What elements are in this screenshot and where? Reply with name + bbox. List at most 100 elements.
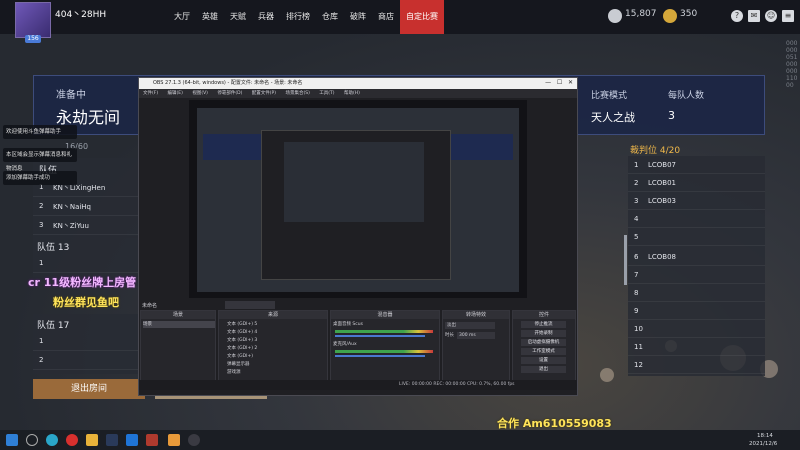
volume-slider[interactable] xyxy=(335,335,425,337)
scene-item[interactable]: 场景 xyxy=(143,321,215,328)
spectator-row[interactable]: 8 xyxy=(628,284,765,302)
nav-leaderboard[interactable]: 排行榜 xyxy=(280,0,316,34)
spectator-row[interactable]: 11 xyxy=(628,338,765,356)
fan-group-promo: 粉丝群见鱼吧 xyxy=(53,296,119,309)
nav-custom-match[interactable]: 自定比赛 xyxy=(400,0,444,34)
settings-button[interactable]: 设置 xyxy=(521,357,566,364)
nav-weapons[interactable]: 兵器 xyxy=(252,0,280,34)
stop-streaming-button[interactable]: 停止推流 xyxy=(521,321,566,328)
spectator-row[interactable]: 7 xyxy=(628,266,765,284)
app-icon[interactable] xyxy=(126,434,138,446)
fan-badge-promo: cr 11级粉丝牌上房管 xyxy=(28,276,137,289)
menu-tools[interactable]: 工具(T) xyxy=(319,91,334,96)
menu-icon[interactable]: ≡ xyxy=(782,10,794,22)
audio-meter xyxy=(335,330,433,333)
nav-heroes[interactable]: 英雄 xyxy=(196,0,224,34)
obs-preview[interactable] xyxy=(189,100,527,298)
menu-profile[interactable]: 配置文件(P) xyxy=(252,91,276,96)
nav-storage[interactable]: 仓库 xyxy=(316,0,344,34)
spectator-list: 1 LCOB07 2 LCOB01 3 LCOB03 4 5 6 LCOB08 7 8 … xyxy=(628,156,765,376)
mixer-dock: 混音器 桌面音频 Scus 麦克风/Aux xyxy=(330,310,440,390)
search-icon[interactable] xyxy=(26,434,38,446)
spectator-row[interactable]: 1 LCOB07 xyxy=(628,156,765,174)
start-icon[interactable] xyxy=(6,434,18,446)
nav-shop[interactable]: 商店 xyxy=(372,0,400,34)
friends-icon[interactable]: ☺ xyxy=(765,10,777,22)
coin-icon xyxy=(608,9,622,23)
nav-formation[interactable]: 破阵 xyxy=(344,0,372,34)
file-explorer-icon[interactable] xyxy=(86,434,98,446)
source-item[interactable]: 文本 (GDI+) 4 xyxy=(227,329,257,336)
studio-mode-button[interactable]: 工作室模式 xyxy=(521,348,566,355)
game-icon[interactable] xyxy=(146,434,158,446)
currency-silver: 15,807 xyxy=(625,9,657,19)
transitions-header: 转场特效 xyxy=(443,311,509,319)
team-member-row[interactable]: 1 xyxy=(33,254,138,273)
mail-icon[interactable]: ✉ xyxy=(748,10,760,22)
team-member-row[interactable]: 2 KN丶NaiHq xyxy=(33,197,153,216)
maximize-icon[interactable]: ☐ xyxy=(557,79,562,86)
obs-window: OBS 27.1.3 (64-bit, windows) - 配置文件: 未命名… xyxy=(138,77,578,396)
sources-header: 来源 xyxy=(219,311,327,319)
nav-talents[interactable]: 天赋 xyxy=(224,0,252,34)
danmu-chat-message: 添加弹幕助手成功 xyxy=(3,171,77,185)
scenes-dock: 场景 场景 xyxy=(140,310,216,390)
nav-lobby[interactable]: 大厅 xyxy=(168,0,196,34)
spectator-row[interactable]: 9 xyxy=(628,302,765,320)
preview-nested-game xyxy=(284,142,424,222)
obs-menu-bar: 文件(F) 编辑(E) 视图(V) 停靠部件(D) 配置文件(P) 场景集合(S… xyxy=(139,89,577,98)
exit-room-button[interactable]: 退出房间 xyxy=(33,379,145,399)
spectator-row[interactable]: 6 LCOB08 xyxy=(628,248,765,266)
virtual-camera-button[interactable]: 启动虚拟摄像机 xyxy=(521,339,566,346)
avatar[interactable] xyxy=(15,2,51,38)
exit-button[interactable]: 退出 xyxy=(521,366,566,373)
mixer-header: 混音器 xyxy=(331,311,439,319)
windows-taskbar: 18:14 2021/12/6 xyxy=(0,430,800,450)
close-icon[interactable]: ✕ xyxy=(568,79,573,86)
menu-help[interactable]: 帮助(H) xyxy=(344,91,360,96)
source-item[interactable]: 文本 (GDI+) 2 xyxy=(227,345,257,352)
edge-icon[interactable] xyxy=(46,434,58,446)
team-box: 队伍 1KN丶LiXingHen 2KN丶NaiHq 3KN丶ZiYuu xyxy=(33,158,153,238)
source-item[interactable]: 文本 (GDI+) xyxy=(227,353,253,360)
source-item[interactable]: 文本 (GDI+) 3 xyxy=(227,337,257,344)
menu-view[interactable]: 视图(V) xyxy=(192,91,208,96)
steam-icon[interactable] xyxy=(106,434,118,446)
contact-promo: 合作 Am610559083 xyxy=(497,417,612,430)
spectator-row[interactable]: 2 LCOB01 xyxy=(628,174,765,192)
spectator-row[interactable]: 5 xyxy=(628,228,765,246)
mixer-track-label: 麦克风/Aux xyxy=(333,342,357,347)
team-member-row[interactable]: 2 xyxy=(33,351,138,370)
team-box: 队伍 17 1 2 xyxy=(33,314,138,374)
team-member-row[interactable]: 1 xyxy=(33,332,138,351)
help-icon[interactable]: ? xyxy=(731,10,743,22)
spectator-row[interactable]: 4 xyxy=(628,210,765,228)
username: 404丶28HH xyxy=(55,10,107,20)
danmu-chat-message: 本区域会显示弹幕消息和礼物消息 xyxy=(3,148,77,172)
main-nav: 大厅 英雄 天赋 兵器 排行榜 仓库 破阵 商店 自定比赛 xyxy=(168,0,444,34)
spectator-row[interactable]: 10 xyxy=(628,320,765,338)
source-item[interactable]: 弹幕显示器 xyxy=(227,361,250,368)
obs-icon[interactable] xyxy=(188,434,200,446)
spectator-row[interactable]: 12 xyxy=(628,356,765,374)
source-item[interactable]: 游戏源 xyxy=(227,369,241,376)
team-member-row[interactable]: 3 KN丶ZiYuu xyxy=(33,216,153,235)
obs-toolbar-buttons xyxy=(225,301,275,309)
duration-input[interactable]: 300 ms xyxy=(457,332,495,339)
obs-source-label: 未命名 xyxy=(142,303,158,309)
menu-edit[interactable]: 编辑(E) xyxy=(168,91,183,96)
netease-icon[interactable] xyxy=(66,434,78,446)
source-item[interactable]: 文本 (GDI+) 5 xyxy=(227,321,257,328)
spectator-scrollbar[interactable] xyxy=(624,235,627,285)
menu-file[interactable]: 文件(F) xyxy=(143,91,158,96)
danmu-assistant-icon[interactable] xyxy=(168,434,180,446)
minimize-icon[interactable]: — xyxy=(545,79,551,86)
start-recording-button[interactable]: 开始录制 xyxy=(521,330,566,337)
spectator-row[interactable]: 3 LCOB03 xyxy=(628,192,765,210)
transition-select[interactable]: 淡出 xyxy=(445,322,495,329)
volume-slider[interactable] xyxy=(335,355,425,357)
team-size-value: 3 xyxy=(668,109,675,122)
menu-docks[interactable]: 停靠部件(D) xyxy=(217,91,242,96)
mixer-track-label: 桌面音频 Scus xyxy=(333,322,363,327)
menu-scene-collection[interactable]: 场景集合(S) xyxy=(285,91,309,96)
